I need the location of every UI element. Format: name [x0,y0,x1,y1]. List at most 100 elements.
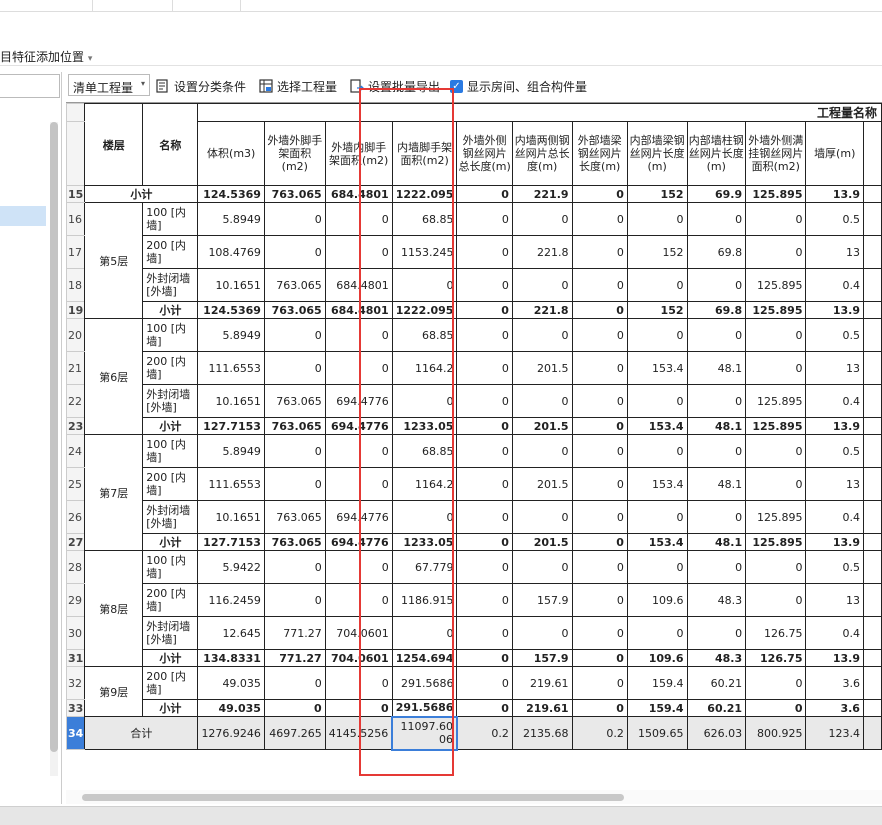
total-value-cell[interactable]: 1509.65 [626,716,688,750]
value-cell[interactable]: 48.1 [686,467,747,501]
total-value-cell[interactable]: 0.2 [571,716,628,750]
value-cell[interactable]: 0 [324,318,393,352]
value-cell[interactable]: 0 [571,417,628,435]
value-cell[interactable]: 153.4 [626,533,688,551]
name-cell[interactable]: 外封闭墙 [外墙] [142,500,199,534]
row-number[interactable]: 24 [66,434,86,468]
column-header[interactable]: 外部墙梁钢丝网片长度(m) [571,121,628,186]
value-cell[interactable]: 13.9 [805,417,864,435]
value-cell[interactable]: 221.8 [511,235,573,269]
value-cell[interactable]: 0 [263,202,326,236]
value-cell[interactable]: 159.4 [626,666,688,700]
value-cell[interactable]: 69.9 [686,185,747,203]
select-project-button[interactable]: 选择工程量 [259,77,337,95]
value-cell[interactable]: 1233.05 [391,533,458,551]
value-cell[interactable]: 0 [745,467,807,501]
value-cell[interactable]: 684.4801 [324,268,393,302]
table-row[interactable]: 28 第8层 100 [内墙] 5.9422 0 0 67.779 0 0 0 0 0 0 0.5 [66,550,882,667]
value-cell[interactable]: 116.2459 [197,583,265,617]
value-cell[interactable]: 0 [626,318,688,352]
value-cell[interactable]: 0 [511,202,573,236]
value-cell[interactable]: 0 [626,268,688,302]
value-cell[interactable]: 0 [456,185,513,203]
value-cell[interactable]: 0 [456,318,513,352]
value-cell[interactable]: 0 [571,533,628,551]
value-cell[interactable]: 0 [391,384,458,418]
value-cell[interactable]: 157.9 [511,583,573,617]
left-vertical-scrollbar[interactable] [50,122,58,776]
value-cell[interactable]: 0 [456,202,513,236]
total-value-cell[interactable]: 4145.5256 [324,716,393,750]
value-cell[interactable]: 0 [456,533,513,551]
value-cell[interactable]: 221.8 [511,301,573,319]
value-cell[interactable]: 10.1651 [197,384,265,418]
value-cell[interactable]: 1222.095 [391,301,458,319]
row-number[interactable]: 20 [66,318,86,352]
floor-cell[interactable]: 第9层 [84,666,144,717]
table-row[interactable]: 24 第7层 100 [内墙] 5.8949 0 0 68.85 0 0 0 0 0 0 0.5 [66,434,882,551]
value-cell[interactable]: 0 [745,351,807,385]
column-header[interactable]: 内部墙梁钢丝网片长度(m) [626,121,688,186]
value-cell[interactable]: 0 [511,616,573,650]
name-cell[interactable]: 200 [内墙] [142,351,199,385]
value-cell[interactable]: 0 [263,351,326,385]
value-cell[interactable]: 763.065 [263,384,326,418]
value-cell[interactable]: 219.61 [511,699,573,717]
value-cell[interactable]: 13.9 [805,649,864,667]
row-number[interactable]: 30 [66,616,86,650]
value-cell[interactable]: 291.5686 [391,699,458,717]
value-cell[interactable]: 0.5 [805,434,864,468]
value-cell[interactable]: 0 [324,666,393,700]
row-number[interactable]: 31 [66,649,86,667]
value-cell[interactable]: 0 [571,301,628,319]
value-cell[interactable]: 1164.2 [391,351,458,385]
value-cell[interactable]: 0 [511,550,573,584]
value-cell[interactable]: 221.9 [511,185,573,203]
value-cell[interactable]: 0.5 [805,318,864,352]
value-cell[interactable]: 124.5369 [197,185,265,203]
horizontal-scroll-thumb[interactable] [82,794,624,801]
value-cell[interactable]: 0 [745,235,807,269]
value-cell[interactable]: 694.4776 [324,417,393,435]
value-cell[interactable]: 68.85 [391,202,458,236]
value-cell[interactable]: 0 [626,202,688,236]
row-number[interactable]: 18 [66,268,86,302]
value-cell[interactable]: 125.895 [745,384,807,418]
value-cell[interactable]: 0 [456,699,513,717]
value-cell[interactable]: 0 [456,649,513,667]
value-cell[interactable]: 0.5 [805,202,864,236]
tree-selected-item[interactable] [0,206,46,226]
value-cell[interactable]: 0 [571,235,628,269]
row-number[interactable]: 29 [66,583,86,617]
value-cell[interactable]: 60.21 [686,666,747,700]
subtotal-row[interactable]: 31 小计 134.8331 771.27 704.0601 1254.694 0 157.9… [66,649,882,667]
total-value-cell[interactable]: 2135.68 [511,716,573,750]
value-cell[interactable]: 0 [571,202,628,236]
value-cell[interactable]: 152 [626,301,688,319]
value-cell[interactable]: 0 [571,616,628,650]
subtotal-label[interactable]: 小计 [84,185,199,203]
value-cell[interactable]: 0 [571,318,628,352]
name-cell[interactable]: 100 [内墙] [142,550,199,584]
value-cell[interactable]: 0.4 [805,268,864,302]
value-cell[interactable]: 67.779 [391,550,458,584]
header-floor[interactable]: 楼层 [84,103,144,186]
value-cell[interactable]: 0 [686,384,747,418]
column-header[interactable]: 外墙外侧满挂钢丝网片面积(m2) [745,121,807,186]
value-cell[interactable]: 0 [511,500,573,534]
value-cell[interactable]: 0 [324,202,393,236]
value-cell[interactable]: 48.1 [686,417,747,435]
column-header[interactable]: 内墙两侧钢丝网片总长度(m) [511,121,573,186]
value-cell[interactable]: 0 [686,550,747,584]
value-cell[interactable]: 201.5 [511,351,573,385]
set-classify-button[interactable]: 设置分类条件 [156,77,246,95]
value-cell[interactable]: 109.6 [626,649,688,667]
value-cell[interactable]: 60.21 [686,699,747,717]
show-rooms-checkbox[interactable]: ✓ 显示房间、组合构件量 [450,77,587,95]
table-row[interactable]: 16 第5层 100 [内墙] 5.8949 0 0 68.85 0 0 0 0 0 0 0.5 [66,202,882,319]
value-cell[interactable]: 68.85 [391,318,458,352]
floor-cell[interactable]: 第5层 [84,202,144,319]
value-cell[interactable]: 111.6553 [197,467,265,501]
value-cell[interactable]: 157.9 [511,649,573,667]
value-cell[interactable]: 763.065 [263,185,326,203]
